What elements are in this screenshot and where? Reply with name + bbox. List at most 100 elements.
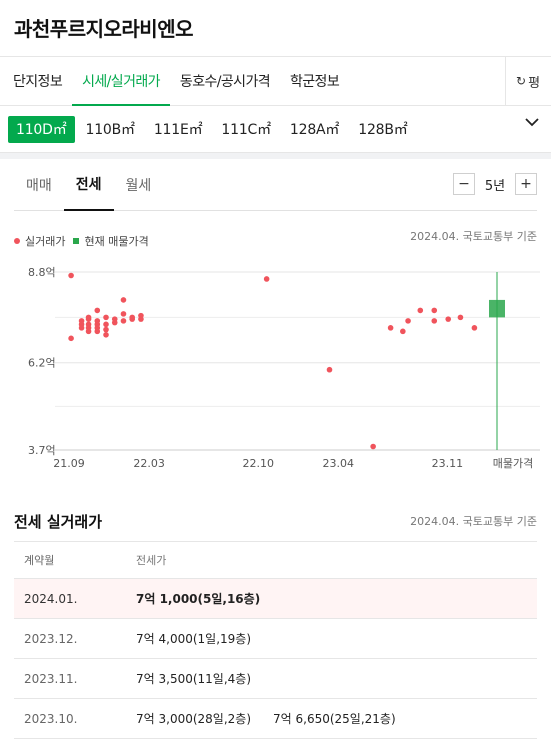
deal-price: 7억 3,500(11일,4층) bbox=[136, 672, 252, 686]
unit-type-chip[interactable]: 111C㎡ bbox=[213, 116, 279, 143]
tab-school[interactable]: 학군정보 bbox=[280, 57, 349, 105]
deal-point bbox=[120, 318, 127, 324]
deal-point bbox=[457, 314, 464, 321]
deal-price: 7억 4,000(1일,19층) bbox=[136, 632, 252, 646]
deal-point bbox=[103, 314, 109, 321]
tab-monthly[interactable]: 월세 bbox=[114, 159, 164, 210]
deal-point bbox=[129, 314, 136, 321]
tab-sale[interactable]: 매매 bbox=[14, 159, 64, 210]
deal-point bbox=[431, 318, 438, 324]
refresh-icon: ↻ bbox=[516, 74, 527, 88]
deals-source: 2024.04. 국토교통부 기준 bbox=[410, 515, 537, 528]
listing-square-icon bbox=[73, 237, 80, 244]
y-tick-label: 3.7억 bbox=[28, 444, 56, 457]
deal-prices: 7억 3,000(28일,2층) 7억 6,650(25일,21층) bbox=[136, 710, 418, 727]
deal-point bbox=[400, 328, 406, 335]
deal-prices: 7억 3,500(11일,4층) bbox=[136, 670, 273, 687]
unit-type-chip[interactable]: 110B㎡ bbox=[78, 116, 143, 143]
deal-point bbox=[103, 332, 109, 338]
unit-type-chip[interactable]: 110D㎡ bbox=[8, 115, 75, 143]
deal-point bbox=[263, 276, 270, 282]
deal-point bbox=[471, 325, 478, 331]
deal-point bbox=[138, 316, 144, 322]
section-divider bbox=[0, 152, 551, 159]
trade-type-tabs: 매매 전세 월세 − 5년 + bbox=[14, 159, 537, 211]
deal-point bbox=[103, 321, 109, 328]
deal-point bbox=[431, 307, 438, 314]
chart-legend: 실거래가 현재 매물가격 2024.04. 국토교통부 기준 bbox=[0, 211, 551, 253]
deal-point bbox=[370, 443, 376, 450]
unit-type-chip[interactable]: 111E㎡ bbox=[146, 116, 211, 143]
deal-price: 7억 1,000(5일,16층) bbox=[136, 592, 261, 606]
period-value: 5년 bbox=[484, 178, 506, 194]
deal-point bbox=[94, 321, 101, 328]
period-increase-button[interactable]: + bbox=[515, 173, 537, 195]
period-stepper: − 5년 + bbox=[453, 173, 537, 195]
x-tick-label: 22.03 bbox=[133, 457, 165, 470]
deal-prices: 7억 4,000(1일,19층) bbox=[136, 630, 273, 647]
main-tabs: 단지정보 시세/실거래가 동호수/공시가격 학군정보 ↻ 평 bbox=[0, 56, 551, 106]
deal-point bbox=[405, 318, 411, 324]
deals-table-header: 계약월 전세가 bbox=[14, 541, 537, 579]
deal-month: 2024.01. bbox=[24, 591, 78, 606]
deal-point bbox=[445, 316, 452, 322]
unit-type-bar: 110D㎡ 110B㎡ 111E㎡ 111C㎡ 128A㎡ 128B㎡ bbox=[0, 106, 551, 152]
deal-price: 7억 6,650(25일,21층) bbox=[273, 712, 396, 726]
col-month-header: 계약월 bbox=[24, 554, 55, 567]
price-chart: 8.8억 6.2억 3.7억 21.09 22.03 22.10 23.04 23.11 매물가… bbox=[0, 252, 551, 477]
deal-row: 2023.10. 7억 3,000(28일,2층) 7억 6,650(25일,21층… bbox=[14, 699, 537, 739]
deal-point bbox=[120, 311, 127, 317]
area-unit-label: 평 bbox=[528, 75, 541, 91]
deal-point bbox=[387, 325, 394, 331]
deal-point bbox=[417, 307, 424, 314]
y-tick-label: 6.2억 bbox=[28, 357, 56, 370]
tab-unit-price[interactable]: 동호수/공시가격 bbox=[170, 57, 280, 105]
deal-row: 2024.01. 7억 1,000(5일,16층) bbox=[14, 579, 537, 619]
deal-month: 2023.10. bbox=[24, 711, 78, 726]
tab-jeonse[interactable]: 전세 bbox=[63, 159, 114, 211]
deal-price: 7억 3,000(28일,2층) bbox=[136, 712, 252, 726]
deal-point bbox=[326, 366, 333, 373]
tab-price[interactable]: 시세/실거래가 bbox=[72, 57, 170, 106]
x-tick-label: 23.04 bbox=[322, 457, 354, 470]
deal-month: 2023.12. bbox=[24, 631, 78, 646]
deal-row: 2023.12. 7억 4,000(1일,19층) bbox=[14, 619, 537, 659]
x-tick-label: 22.10 bbox=[243, 457, 275, 470]
col-price-header: 전세가 bbox=[136, 554, 167, 567]
deal-prices: 7억 1,000(5일,16층) bbox=[136, 590, 282, 607]
title-bar: 과천푸르지오라비엔오 bbox=[0, 0, 551, 56]
unit-type-chip[interactable]: 128B㎡ bbox=[350, 116, 415, 143]
deal-point bbox=[111, 316, 118, 322]
price-scatter-chart: 8.8억 6.2억 3.7억21.09 22.03 22.10 23.04 23.11 매물가… bbox=[28, 266, 540, 470]
deal-point bbox=[103, 326, 109, 333]
chart-source: 2024.04. 국토교통부 기준 bbox=[410, 230, 537, 243]
period-decrease-button[interactable]: − bbox=[453, 173, 475, 195]
deal-point bbox=[85, 316, 92, 322]
legend-actual-label: 실거래가 bbox=[25, 234, 66, 248]
chevron-down-icon[interactable] bbox=[525, 117, 539, 127]
x-tick-label: 23.11 bbox=[432, 457, 464, 470]
x-tick-label-listing: 매물가격 bbox=[493, 457, 533, 470]
complex-title: 과천푸르지오라비엔오 bbox=[14, 17, 194, 41]
deal-point bbox=[85, 328, 92, 335]
deal-point bbox=[120, 297, 127, 303]
area-unit-toggle[interactable]: ↻ 평 bbox=[505, 57, 551, 105]
deals-title: 전세 실거래가 bbox=[14, 512, 103, 531]
deal-point bbox=[68, 335, 74, 342]
actual-dot-icon bbox=[14, 237, 20, 244]
tab-complex-info[interactable]: 단지정보 bbox=[0, 57, 72, 105]
deals-header: 전세 실거래가 2024.04. 국토교통부 기준 bbox=[14, 505, 537, 537]
legend-listing: 현재 매물가격 bbox=[73, 228, 149, 253]
deals-table: 계약월 전세가 2024.01. 7억 1,000(5일,16층) 2023.12.… bbox=[14, 541, 537, 739]
legend-listing-label: 현재 매물가격 bbox=[84, 234, 149, 248]
x-tick-label: 21.09 bbox=[53, 457, 85, 470]
deal-point bbox=[94, 307, 101, 314]
unit-type-chip[interactable]: 128A㎡ bbox=[282, 116, 347, 143]
deal-point bbox=[68, 272, 74, 279]
legend-actual: 실거래가 bbox=[14, 228, 65, 253]
y-tick-label: 8.8억 bbox=[28, 266, 56, 279]
deal-row: 2023.11. 7억 3,500(11일,4층) bbox=[14, 659, 537, 699]
deal-month: 2023.11. bbox=[24, 671, 78, 686]
listing-price-box bbox=[489, 299, 505, 318]
deal-point bbox=[94, 328, 101, 335]
